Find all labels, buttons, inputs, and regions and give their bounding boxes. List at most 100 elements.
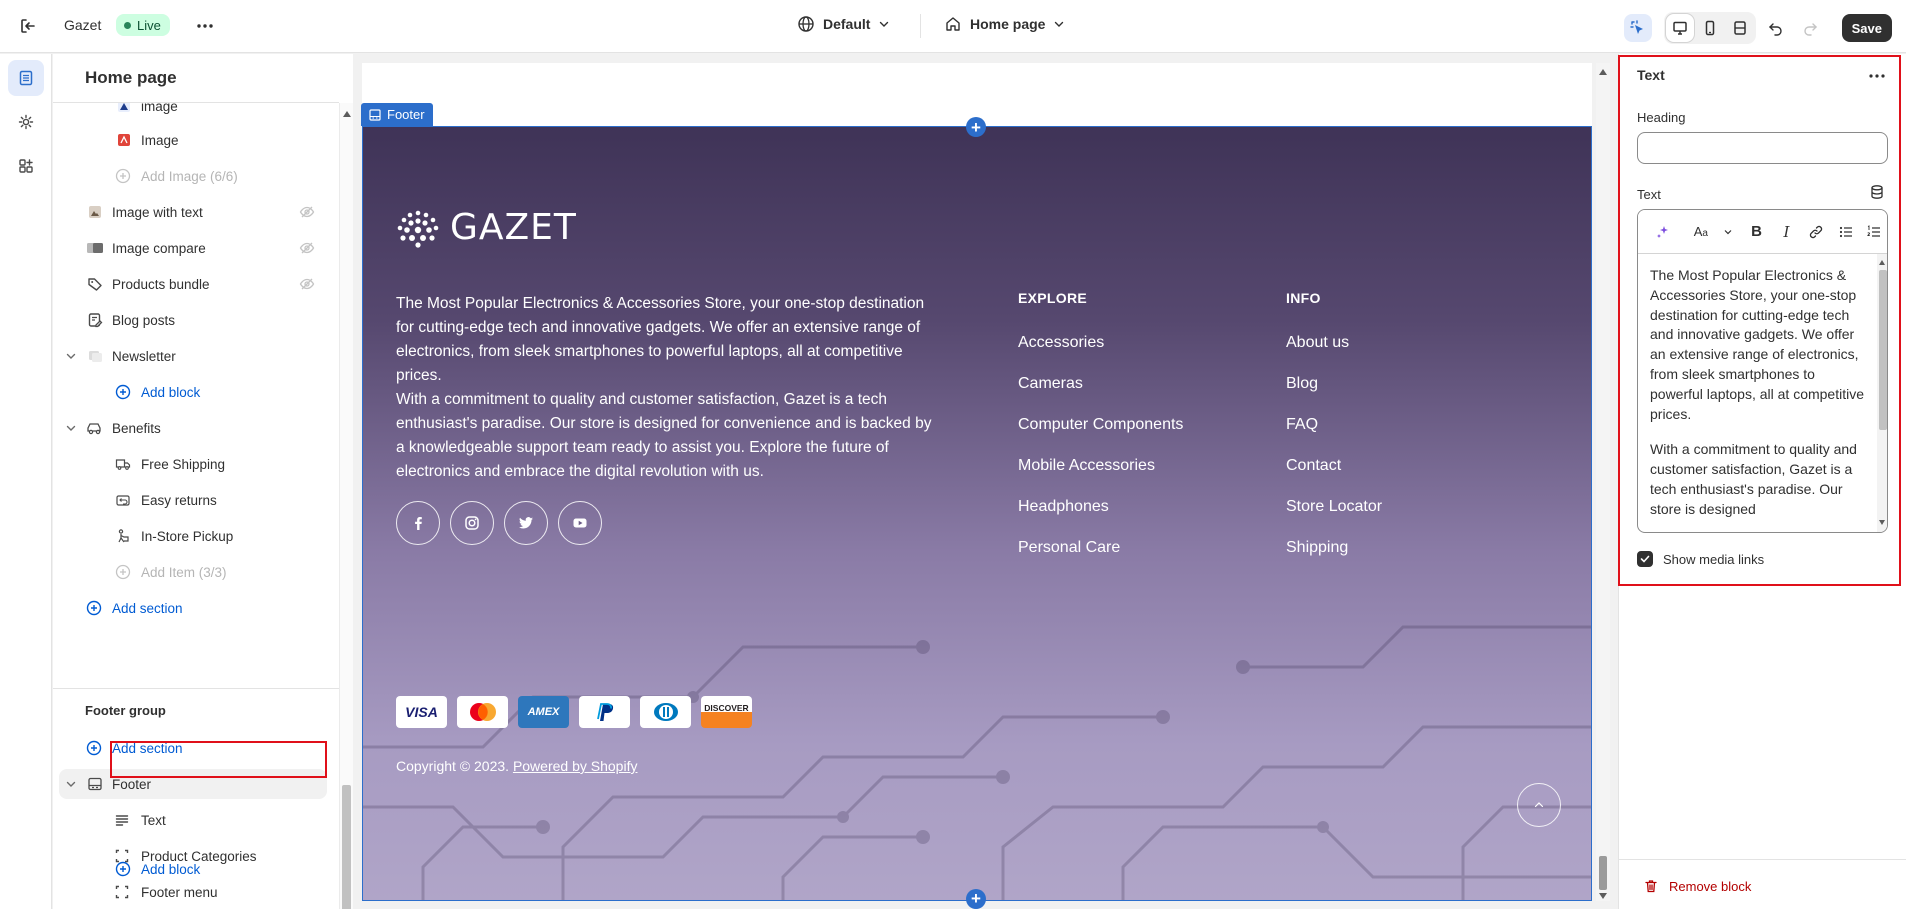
instagram-icon[interactable] [450, 501, 494, 545]
show-media-links-checkbox[interactable]: Show media links [1637, 551, 1764, 567]
page-selector-label: Home page [970, 16, 1046, 32]
section-tag[interactable]: Footer [361, 103, 433, 126]
more-actions-icon[interactable] [1867, 66, 1887, 86]
mobile-icon[interactable] [1696, 14, 1724, 42]
sidebar-item-newsletter[interactable]: Newsletter [53, 341, 339, 371]
return-icon [114, 491, 132, 509]
footer-add-block-button[interactable]: Add block [53, 854, 339, 884]
sidebar-item-label: Newsletter [112, 348, 176, 364]
plus-circle-icon [114, 383, 132, 401]
editor-scrollbar[interactable] [1877, 254, 1887, 532]
store-name: Gazet [64, 17, 102, 33]
device-switcher [1663, 12, 1756, 44]
footer-link[interactable]: Contact [1286, 457, 1382, 498]
undo-icon[interactable] [1762, 14, 1790, 42]
eye-hidden-icon[interactable] [299, 204, 315, 220]
logo-mark-icon [397, 210, 439, 248]
facebook-icon[interactable] [396, 501, 440, 545]
store-logo[interactable]: GAZET [396, 207, 577, 248]
exit-icon[interactable] [17, 15, 39, 37]
link-icon[interactable] [1801, 210, 1831, 254]
footer-link[interactable]: FAQ [1286, 416, 1382, 457]
more-actions-icon[interactable] [194, 15, 216, 37]
back-to-top-button[interactable] [1517, 783, 1561, 827]
sidebar-item-image-with-text[interactable]: Image with text [53, 197, 339, 227]
fullscreen-icon[interactable] [1726, 14, 1754, 42]
chevron-down-icon[interactable] [65, 422, 77, 434]
sidebar-item-products-bundle[interactable]: Products bundle [53, 269, 339, 299]
save-button[interactable]: Save [1841, 14, 1892, 42]
sections-icon[interactable] [8, 60, 44, 96]
block-icon [113, 883, 131, 901]
footer-link[interactable]: Shipping [1286, 539, 1382, 580]
add-block-button[interactable]: Add block [53, 377, 339, 407]
sidebar-item-free-shipping[interactable]: Free Shipping [53, 449, 339, 479]
globe-icon [797, 15, 815, 33]
sidebar-item-label: Footer menu [141, 884, 218, 900]
payment-icons: VISA AMEX DISCOVER [396, 696, 752, 728]
add-section-below-button[interactable]: + [966, 889, 986, 909]
scroll-up-arrow[interactable] [1879, 260, 1885, 265]
eye-hidden-icon[interactable] [299, 276, 315, 292]
gear-icon[interactable] [8, 104, 44, 140]
eye-hidden-icon[interactable] [299, 240, 315, 256]
scroll-down-arrow[interactable] [1879, 520, 1885, 525]
desktop-icon[interactable] [1665, 14, 1694, 42]
editor-content[interactable]: The Most Popular Electronics & Accessori… [1638, 254, 1877, 532]
apps-icon[interactable] [8, 148, 44, 184]
italic-icon[interactable]: I [1772, 210, 1802, 254]
copyright-text: Copyright © 2023. [396, 758, 510, 774]
bullet-list-icon[interactable] [1831, 210, 1861, 254]
font-size-icon[interactable]: Aa [1682, 210, 1720, 254]
scroll-thumb[interactable] [342, 785, 351, 909]
sidebar-item-label: Image compare [112, 240, 206, 256]
footer-link[interactable]: Accessories [1018, 334, 1183, 375]
sidebar-scrollbar[interactable] [339, 103, 353, 909]
ai-sparkle-icon[interactable] [1650, 210, 1676, 254]
youtube-icon[interactable] [558, 501, 602, 545]
chevron-down-icon[interactable] [1720, 210, 1736, 254]
footer-link[interactable]: Mobile Accessories [1018, 457, 1183, 498]
chevron-down-icon[interactable] [65, 350, 77, 362]
twitter-icon[interactable] [504, 501, 548, 545]
scroll-down-arrow[interactable] [1599, 893, 1607, 899]
scroll-up-arrow[interactable] [343, 111, 351, 117]
footer-link[interactable]: Cameras [1018, 375, 1183, 416]
numbered-list-icon[interactable] [1861, 210, 1887, 254]
chevron-down-icon[interactable] [65, 778, 77, 790]
footer-link[interactable]: About us [1286, 334, 1382, 375]
checkbox-checked-icon[interactable] [1637, 551, 1653, 567]
remove-block-button[interactable]: Remove block [1643, 878, 1751, 894]
bold-icon[interactable]: B [1742, 210, 1772, 254]
scroll-up-arrow[interactable] [1599, 69, 1607, 75]
info-heading: INFO [1286, 290, 1321, 306]
sidebar-item-benefits[interactable]: Benefits [53, 413, 339, 443]
sidebar-item-in-store-pickup[interactable]: In-Store Pickup [53, 521, 339, 551]
add-section-above-button[interactable]: + [966, 117, 986, 137]
footer-link[interactable]: Personal Care [1018, 539, 1183, 580]
sidebar-item-easy-returns[interactable]: Easy returns [53, 485, 339, 515]
scroll-thumb[interactable] [1599, 856, 1607, 890]
sidebar-item-text[interactable]: Text [53, 805, 339, 835]
heading-input[interactable] [1637, 132, 1888, 164]
footer-section[interactable]: GAZET The Most Popular Electronics & Acc… [362, 126, 1592, 901]
footer-link[interactable]: Blog [1286, 375, 1382, 416]
sidebar-item-image-compare[interactable]: Image compare [53, 233, 339, 263]
redo-icon[interactable] [1796, 14, 1824, 42]
page-selector[interactable]: Home page [944, 15, 1065, 33]
sidebar-item-image[interactable]: Image [53, 125, 339, 155]
sidebar-item-blog-posts[interactable]: Blog posts [53, 305, 339, 335]
powered-by-link[interactable]: Powered by Shopify [513, 758, 638, 774]
footer-link[interactable]: Store Locator [1286, 498, 1382, 539]
preview-scrollbar[interactable] [1596, 63, 1610, 901]
footer-link[interactable]: Headphones [1018, 498, 1183, 539]
inspector-icon[interactable] [1623, 14, 1652, 42]
theme-selector[interactable]: Default [797, 15, 890, 33]
rich-text-editor[interactable]: Aa B I The Most Popular Electronics & Ac… [1637, 209, 1888, 533]
dynamic-source-icon[interactable] [1869, 184, 1885, 200]
add-section-button[interactable]: Add section [53, 593, 339, 623]
footer-link[interactable]: Computer Components [1018, 416, 1183, 457]
panel-footer: Remove block [1619, 859, 1906, 909]
scroll-thumb[interactable] [1879, 270, 1887, 430]
chevron-up-icon [1533, 799, 1545, 811]
